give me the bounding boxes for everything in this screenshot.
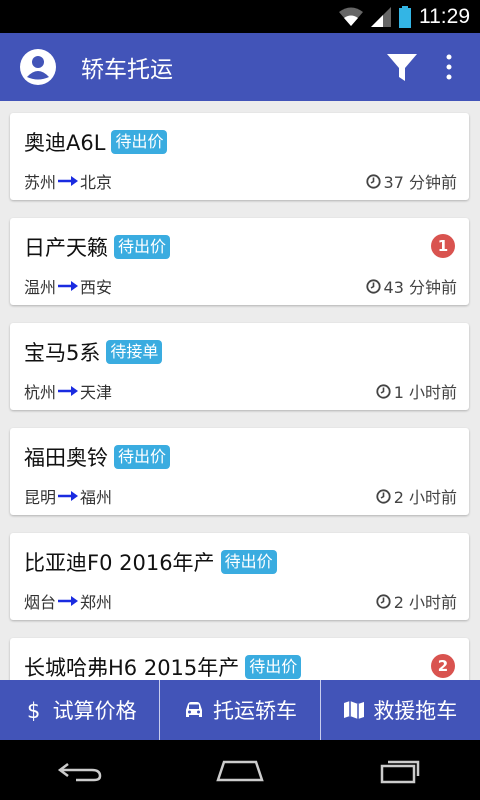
- order-list[interactable]: 奥迪A6L 待出价 苏州 北京 37 分钟前 日产天籁 待出价 1 温州 西安 …: [0, 101, 480, 680]
- car-model-row: 宝马5系 待接单: [24, 337, 163, 367]
- post-time: 1 小时前: [376, 379, 457, 403]
- arrow-right-icon: [58, 491, 79, 501]
- car-model: 奥迪A6L: [24, 131, 106, 155]
- svg-text:$: $: [27, 699, 40, 721]
- bid-count-badge: 1: [431, 234, 455, 258]
- route: 苏州 北京: [24, 169, 112, 193]
- app-bar: 轿车托运: [0, 33, 480, 101]
- post-time: 2 小时前: [376, 484, 457, 508]
- account-icon[interactable]: [20, 49, 56, 85]
- status-badge: 待出价: [220, 550, 277, 574]
- order-card[interactable]: 福田奥铃 待出价 昆明 福州 2 小时前: [10, 428, 469, 515]
- arrow-right-icon: [58, 176, 79, 186]
- post-time-text: 2 小时前: [393, 593, 457, 612]
- route-from: 温州: [24, 278, 57, 297]
- car-icon: [185, 702, 202, 717]
- route-from: 杭州: [24, 383, 57, 402]
- status-badge: 待出价: [114, 235, 171, 259]
- car-model: 福田奥铃: [24, 446, 108, 470]
- clock-icon: [376, 593, 391, 609]
- order-card[interactable]: 日产天籁 待出价 1 温州 西安 43 分钟前: [10, 218, 469, 305]
- status-bar: 11:29: [0, 0, 480, 33]
- car-model-row: 福田奥铃 待出价: [24, 442, 171, 472]
- post-time: 43 分钟前: [365, 274, 457, 298]
- arrow-right-icon: [58, 386, 79, 396]
- route-to: 郑州: [80, 593, 113, 612]
- post-time-text: 1 小时前: [393, 383, 457, 402]
- clock-icon: [365, 173, 381, 189]
- status-badge: 待出价: [245, 655, 302, 679]
- car-model: 日产天籁: [24, 236, 108, 260]
- bid-count-badge: 2: [431, 654, 455, 678]
- car-model: 比亚迪F0 2016年产: [24, 551, 215, 575]
- post-time-text: 2 小时前: [393, 488, 457, 507]
- clock-icon: [365, 278, 381, 294]
- post-time: 2 小时前: [376, 589, 457, 613]
- ship-car-button[interactable]: 托运轿车: [160, 680, 319, 740]
- route: 杭州 天津: [24, 379, 112, 403]
- estimate-price-button[interactable]: $ 试算价格: [0, 680, 159, 740]
- signal-icon: [371, 6, 391, 27]
- route: 烟台 郑州: [24, 589, 112, 613]
- route-from: 烟台: [24, 593, 57, 612]
- car-model: 长城哈弗H6 2015年产: [24, 656, 240, 680]
- bottom-action-bar: $ 试算价格 托运轿车 救援拖车: [0, 680, 480, 740]
- battery-icon: [399, 5, 411, 28]
- route-from: 苏州: [24, 173, 57, 192]
- post-time-text: 37 分钟前: [383, 173, 457, 192]
- route-to: 天津: [80, 383, 113, 402]
- more-vert-icon[interactable]: [444, 53, 454, 81]
- wifi-icon: [339, 7, 363, 26]
- map-icon: [344, 701, 365, 719]
- rescue-tow-button[interactable]: 救援拖车: [321, 680, 480, 740]
- car-model-row: 日产天籁 待出价: [24, 232, 171, 262]
- home-icon[interactable]: [216, 756, 264, 784]
- order-card[interactable]: 宝马5系 待接单 杭州 天津 1 小时前: [10, 323, 469, 410]
- route: 温州 西安: [24, 274, 112, 298]
- post-time: 37 分钟前: [365, 169, 457, 193]
- route-to: 西安: [80, 278, 113, 297]
- route: 昆明 福州: [24, 484, 112, 508]
- status-badge: 待出价: [114, 445, 171, 469]
- ship-car-label: 托运轿车: [212, 699, 297, 723]
- clock-icon: [376, 488, 391, 504]
- order-card[interactable]: 长城哈弗H6 2015年产 待出价 2: [10, 638, 469, 680]
- post-time-text: 43 分钟前: [383, 278, 457, 297]
- back-icon[interactable]: [56, 756, 104, 784]
- clock-icon: [376, 383, 391, 399]
- order-card[interactable]: 比亚迪F0 2016年产 待出价 烟台 郑州 2 小时前: [10, 533, 469, 620]
- filter-icon[interactable]: [386, 51, 418, 83]
- route-to: 福州: [80, 488, 113, 507]
- system-nav-bar: [0, 740, 480, 800]
- route-to: 北京: [80, 173, 113, 192]
- dollar-icon: $: [27, 699, 40, 721]
- route-from: 昆明: [24, 488, 57, 507]
- car-model: 宝马5系: [24, 341, 101, 365]
- car-model-row: 长城哈弗H6 2015年产 待出价: [24, 652, 302, 680]
- arrow-right-icon: [58, 281, 79, 291]
- car-model-row: 比亚迪F0 2016年产 待出价: [24, 547, 277, 577]
- recent-apps-icon[interactable]: [376, 756, 424, 784]
- order-card[interactable]: 奥迪A6L 待出价 苏州 北京 37 分钟前: [10, 113, 469, 200]
- status-time: 11:29: [419, 4, 470, 28]
- status-badge: 待出价: [111, 130, 168, 154]
- status-badge: 待接单: [106, 340, 163, 364]
- car-model-row: 奥迪A6L 待出价: [24, 127, 168, 157]
- rescue-tow-label: 救援拖车: [373, 699, 458, 723]
- page-title: 轿车托运: [81, 57, 173, 83]
- estimate-price-label: 试算价格: [52, 699, 137, 723]
- arrow-right-icon: [58, 596, 79, 606]
